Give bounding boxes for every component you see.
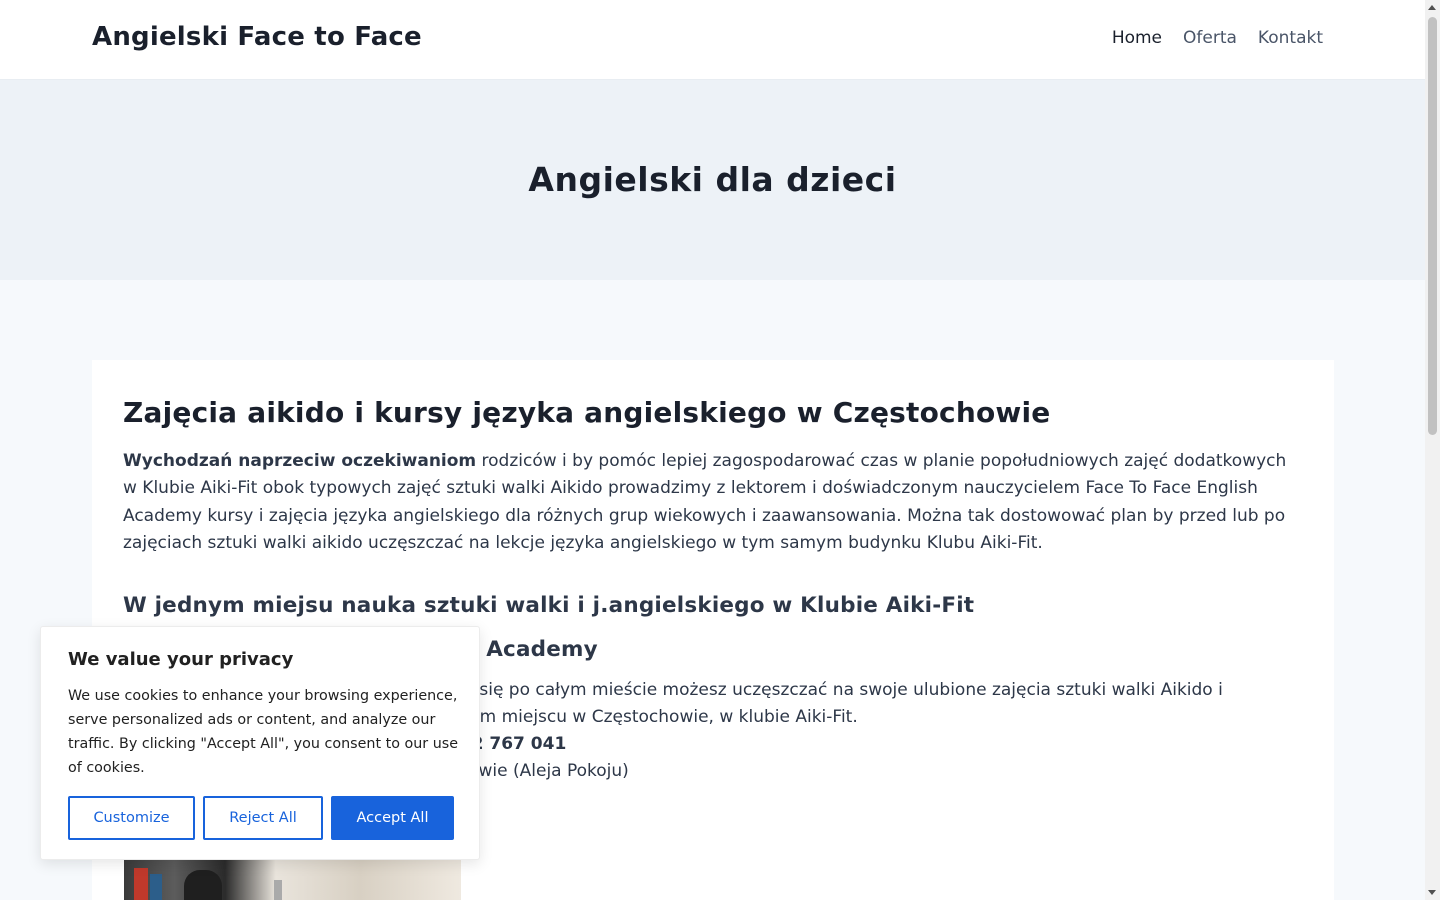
page-title: Angielski dla dzieci bbox=[528, 160, 897, 199]
cookie-consent-banner: We value your privacy We use cookies to … bbox=[40, 626, 480, 860]
subheading-location: W jednym miejsu nauka sztuki walki i j.a… bbox=[123, 593, 975, 618]
nav-home[interactable]: Home bbox=[1112, 28, 1162, 48]
main-nav: Home Oferta Kontakt bbox=[1112, 28, 1323, 48]
scroll-down-arrow-icon[interactable] bbox=[1425, 885, 1440, 900]
vertical-scrollbar[interactable] bbox=[1425, 0, 1440, 900]
scroll-up-arrow-icon[interactable] bbox=[1425, 0, 1440, 15]
intro-bold: Wychodzań naprzeciw oczekiwaniom bbox=[123, 451, 477, 471]
intro-paragraph: Wychodzań naprzeciw oczekiwaniom rodzicó… bbox=[123, 448, 1298, 557]
classroom-photo bbox=[124, 860, 461, 900]
page: Angielski Face to Face Home Oferta Konta… bbox=[0, 0, 1425, 900]
details-line-2: dnym miejscu w Częstochowie, w klubie Ai… bbox=[448, 707, 858, 727]
customize-button[interactable]: Customize bbox=[68, 796, 195, 840]
cookie-title: We value your privacy bbox=[68, 649, 294, 670]
details-line-1: nie się po całym mieście możesz uczęszcz… bbox=[448, 680, 1223, 700]
nav-oferta[interactable]: Oferta bbox=[1183, 28, 1237, 48]
cookie-text: We use cookies to enhance your browsing … bbox=[68, 688, 459, 776]
nav-kontakt[interactable]: Kontakt bbox=[1258, 28, 1323, 48]
site-header: Angielski Face to Face Home Oferta Konta… bbox=[0, 0, 1425, 80]
accept-all-button[interactable]: Accept All bbox=[331, 796, 454, 840]
hero-banner: Angielski dla dzieci bbox=[0, 80, 1425, 280]
scrollbar-thumb[interactable] bbox=[1428, 17, 1437, 435]
article-heading: Zajęcia aikido i kursy języka angielskie… bbox=[123, 396, 1051, 429]
reject-all-button[interactable]: Reject All bbox=[203, 796, 323, 840]
site-brand[interactable]: Angielski Face to Face bbox=[92, 22, 422, 52]
